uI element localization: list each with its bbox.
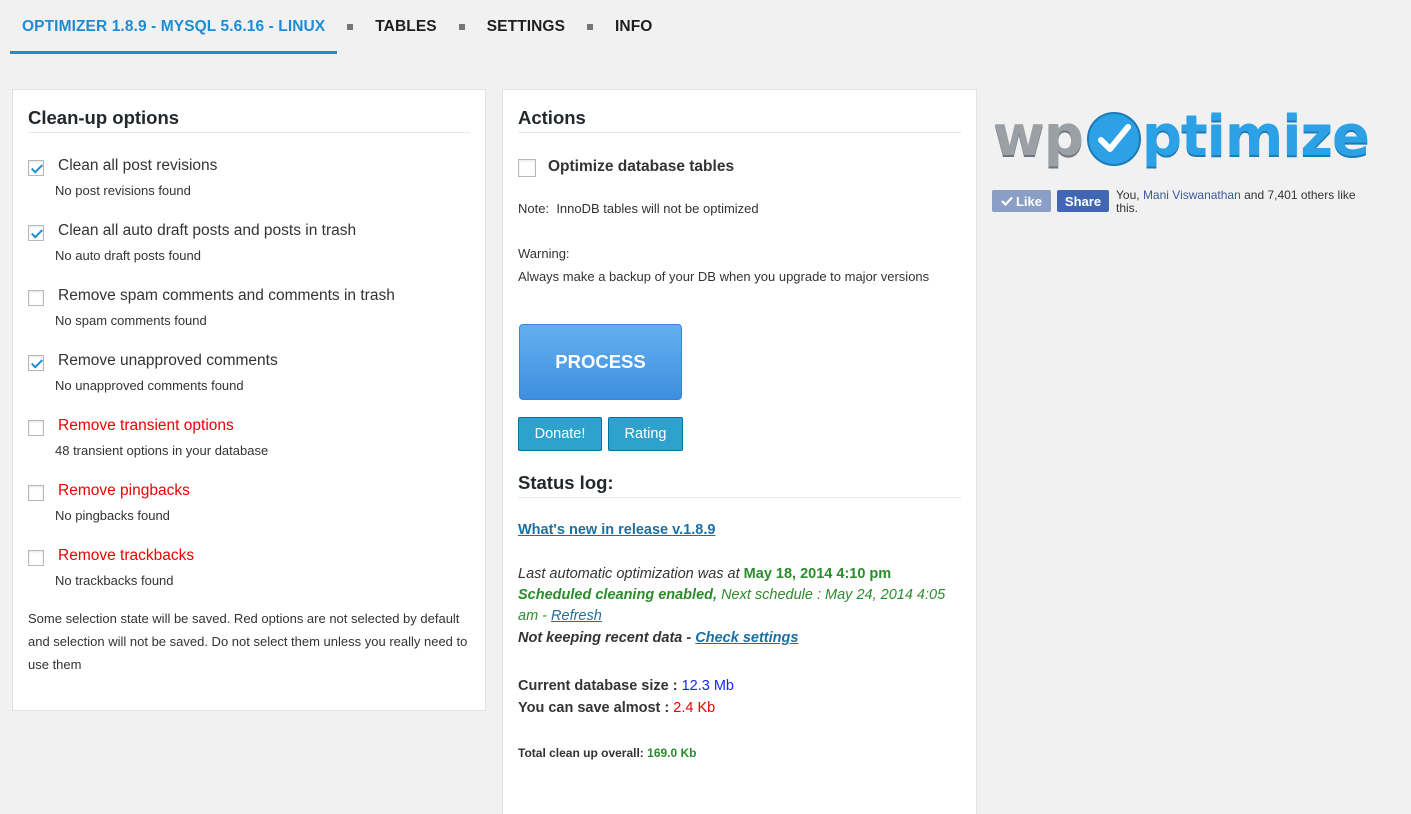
option-note: No unapproved comments found	[55, 378, 244, 393]
total-cleanup: Total clean up overall: 169.0 Kb	[518, 746, 697, 760]
wp-optimize-logo: wp ptimize	[993, 104, 1370, 169]
facebook-like-count: You, Mani Viswanathan and 7,401 others l…	[1116, 189, 1376, 215]
process-button[interactable]: PROCESS	[519, 324, 682, 400]
actions-title: Actions	[518, 107, 586, 128]
backup-warning: Warning: Always make a backup of your DB…	[518, 241, 958, 290]
option-label: Clean all post revisions	[58, 157, 218, 174]
save-label: You can save almost :	[518, 700, 670, 716]
title-divider	[518, 497, 961, 498]
tab-tables[interactable]: TABLES	[375, 18, 436, 36]
db-size-label: Current database size :	[518, 678, 678, 694]
option-label: Remove trackbacks	[58, 547, 195, 564]
total-label: Total clean up overall:	[518, 746, 644, 760]
transient-options-checkbox[interactable]	[28, 420, 44, 436]
total-value: 169.0 Kb	[647, 746, 697, 760]
auto-drafts-checkbox[interactable]	[28, 225, 44, 241]
tab-info[interactable]: INFO	[615, 18, 652, 36]
warning-text: Always make a backup of your DB when you…	[518, 269, 930, 284]
actions-panel: Actions Optimize database tables Note: I…	[502, 89, 977, 814]
tab-separator	[347, 24, 354, 30]
option-label: Remove spam comments and comments in tra…	[58, 287, 395, 304]
checkmark-icon	[1001, 196, 1013, 206]
not-keeping-text: Not keeping recent data -	[518, 630, 692, 646]
last-auto-text: Last automatic optimization was at	[518, 566, 740, 582]
db-size-value: 12.3 Mb	[681, 678, 734, 694]
option-label: Clean all auto draft posts and posts in …	[58, 222, 357, 239]
tab-separator	[458, 24, 465, 30]
option-label: Remove transient options	[58, 417, 234, 434]
scheduled-enabled: Scheduled cleaning enabled,	[518, 587, 718, 603]
optimize-tables-label: Optimize database tables	[548, 158, 735, 175]
option-note: No pingbacks found	[55, 508, 170, 523]
pingbacks-checkbox[interactable]	[28, 485, 44, 501]
fb-friend-name[interactable]: Mani Viswanathan	[1143, 188, 1241, 202]
rating-button[interactable]: Rating	[608, 417, 683, 451]
selection-footnote: Some selection state will be saved. Red …	[28, 611, 468, 672]
facebook-like-button[interactable]: Like	[992, 190, 1051, 212]
option-label: Remove unapproved comments	[58, 352, 278, 369]
tab-separator	[587, 24, 594, 30]
donate-button[interactable]: Donate!	[518, 417, 602, 451]
post-revisions-checkbox[interactable]	[28, 160, 44, 176]
logo-optimize-text: ptimize	[1141, 104, 1370, 169]
optimize-tables-checkbox[interactable]	[518, 159, 536, 177]
cleanup-options-panel: Clean-up options Clean all post revision…	[12, 89, 486, 711]
refresh-link[interactable]: Refresh	[551, 608, 602, 624]
option-label: Remove pingbacks	[58, 482, 190, 499]
check-settings-link[interactable]: Check settings	[695, 630, 798, 646]
option-note: No auto draft posts found	[55, 248, 201, 263]
whats-new-link[interactable]: What's new in release v.1.8.9	[518, 522, 715, 538]
logo-wp-text: wp	[993, 104, 1084, 169]
optimization-status: Last automatic optimization was at May 1…	[518, 563, 958, 649]
option-note: 48 transient options in your database	[55, 443, 269, 458]
title-divider	[28, 132, 470, 133]
cleanup-title: Clean-up options	[28, 107, 180, 128]
spam-comments-checkbox[interactable]	[28, 290, 44, 306]
innodb-note: Note: InnoDB tables will not be optimize…	[518, 201, 759, 216]
checkmark-circle-icon	[1086, 112, 1141, 166]
tab-settings[interactable]: SETTINGS	[487, 18, 565, 36]
top-tab-bar: OPTIMIZER 1.8.9 - MYSQL 5.6.16 - LINUX T…	[9, 0, 652, 54]
last-auto-date: May 18, 2014 4:10 pm	[743, 566, 892, 582]
like-label: Like	[1015, 193, 1042, 209]
tab-optimizer[interactable]: OPTIMIZER 1.8.9 - MYSQL 5.6.16 - LINUX	[9, 18, 338, 54]
note-label: Note:	[518, 201, 550, 216]
trackbacks-checkbox[interactable]	[28, 550, 44, 566]
option-note: No spam comments found	[55, 313, 207, 328]
option-note: No post revisions found	[55, 183, 191, 198]
status-log-title: Status log:	[518, 472, 614, 493]
fb-prefix: You,	[1116, 188, 1140, 202]
unapproved-comments-checkbox[interactable]	[28, 355, 44, 371]
option-note: No trackbacks found	[55, 573, 174, 588]
facebook-share-button[interactable]: Share	[1057, 190, 1109, 212]
title-divider	[518, 132, 961, 133]
save-value: 2.4 Kb	[673, 700, 716, 716]
note-text: InnoDB tables will not be optimized	[556, 201, 759, 216]
database-size-info: Current database size : 12.3 Mb You can …	[518, 675, 734, 719]
